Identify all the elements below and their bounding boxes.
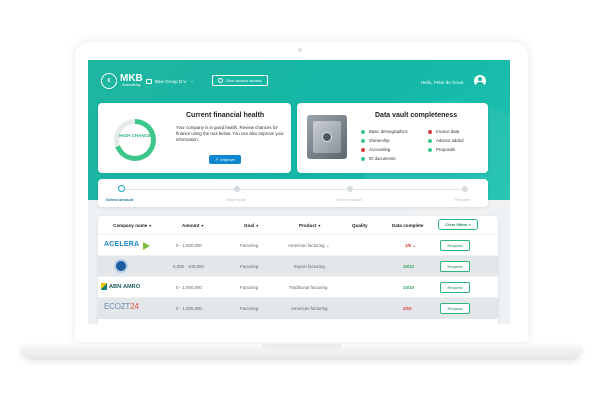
table-row[interactable]: 5,000 - 100,000 Factoring Export factori…: [98, 255, 498, 277]
company-logo-seal: [114, 259, 128, 273]
request-button[interactable]: Request: [440, 303, 470, 314]
table-row[interactable]: ACELERA 0 - 1,000,000 Factoring American…: [98, 234, 498, 256]
play-icon: [143, 242, 150, 250]
table-row[interactable]: ABN·AMRO 0 - 1,000,000 Factoring Traditi…: [98, 276, 498, 298]
gauge-label: HIGH CHANCE: [119, 133, 151, 138]
health-gauge: HIGH CHANCE: [114, 119, 156, 161]
vault-list-right: Invoice data Advisor added Proposals: [428, 127, 463, 154]
progress-stepper: Select amount Select goal Select product…: [98, 179, 488, 207]
brand-tagline: financiering: [122, 83, 141, 88]
vault-item: Ownership: [361, 136, 408, 145]
app-screen: € MKB financiering Blue Group B.V. ⌄ Giv…: [88, 60, 510, 324]
cell-amount: 0 - 1,000,000: [176, 243, 202, 248]
health-title: Current financial health: [186, 112, 265, 119]
user-greeting: Hello, Peter de Groot: [421, 80, 464, 85]
vault-item: Invoice data: [428, 127, 463, 136]
caret-down-icon: ▾: [256, 223, 259, 228]
improve-button-label: Improve: [220, 157, 235, 162]
header-amount[interactable]: Amount ▾: [182, 223, 203, 228]
step-label-amount[interactable]: Select amount: [106, 197, 133, 202]
cell-product: American factoring: [291, 306, 328, 311]
top-bar: € MKB financiering Blue Group B.V. ⌄ Giv…: [88, 60, 510, 100]
health-description: Your company is in good health. Review c…: [176, 125, 284, 142]
cell-product: Export factoring: [294, 264, 325, 269]
header-product[interactable]: Product ▾: [299, 223, 320, 228]
vault-item: Proposals: [428, 145, 463, 154]
vault-list-left: Basic demographics Ownership Accounting …: [361, 127, 408, 163]
company-label: Blue Group B.V.: [155, 78, 188, 84]
laptop-camera: [298, 48, 302, 52]
step-dot-goal[interactable]: [234, 186, 240, 192]
vault-item: Advisor added: [428, 136, 463, 145]
caret-down-icon: ▾: [318, 223, 321, 228]
laptop-notch: [262, 344, 342, 349]
user-icon: [218, 78, 223, 83]
vault-item: Basic demographics: [361, 127, 408, 136]
cell-amount: 0 - 1,000,000: [176, 306, 202, 311]
status-dot: [428, 147, 432, 152]
request-button[interactable]: Request: [440, 261, 470, 272]
cell-product: Traditional factoring: [289, 285, 328, 290]
table-header: Company name ▾ Amount ▾ Goal ▾ Product ▾ Qua…: [98, 216, 498, 234]
company-logo-acelera: ACELERA: [104, 241, 140, 248]
status-dot: [361, 156, 365, 161]
caret-down-icon: ▾: [149, 223, 152, 228]
safe-icon: [307, 115, 347, 159]
vault-title: Data vault completeness: [375, 112, 458, 119]
cell-amount: 5,000 - 100,000: [173, 264, 204, 269]
avatar[interactable]: [474, 75, 486, 87]
cell-goal: Factoring: [240, 243, 259, 248]
advisor-button-label: Give advisor access: [226, 78, 262, 83]
cell-goal: Factoring: [240, 264, 259, 269]
status-dot: [428, 129, 432, 134]
step-label-product[interactable]: Select product: [336, 197, 362, 202]
step-dot-amount[interactable]: [118, 185, 125, 192]
request-button[interactable]: Request: [440, 282, 470, 293]
financial-health-card: HIGH CHANCE Current financial health You…: [98, 103, 291, 173]
cell-amount: 0 - 1,000,000: [176, 285, 202, 290]
step-dot-request[interactable]: [462, 186, 468, 192]
data-vault-card: Data vault completeness Basic demographi…: [297, 103, 488, 173]
improve-button[interactable]: ↗ Improve: [209, 155, 241, 164]
vault-item: ID documents: [361, 154, 408, 163]
cell-product: American factoring ⌄: [288, 243, 330, 248]
building-icon: [146, 78, 152, 84]
lenders-table: Company name ▾ Amount ▾ Goal ▾ Product ▾ Qua…: [98, 216, 498, 324]
table-row[interactable]: ECOZT24 0 - 1,000,000 Factoring American…: [98, 297, 498, 319]
caret-down-icon: ▾: [201, 223, 204, 228]
step-dot-product[interactable]: [347, 186, 353, 192]
shield-icon: [101, 283, 107, 290]
cell-data-complete: 10/10: [403, 285, 414, 290]
header-goal[interactable]: Goal ▾: [244, 223, 258, 228]
stepper-track: [120, 189, 464, 190]
request-button[interactable]: Request: [440, 240, 470, 251]
header-company[interactable]: Company name ▾: [113, 223, 151, 228]
status-dot: [428, 138, 432, 143]
cell-data-complete: 3/6 ⌄: [405, 243, 417, 248]
chevron-down-icon: ⌄: [190, 78, 194, 83]
cell-data-complete: 2/10: [403, 306, 412, 311]
company-logo-abn-amro: ABN·AMRO: [101, 283, 140, 290]
status-dot: [361, 147, 365, 152]
give-advisor-access-button[interactable]: Give advisor access: [212, 75, 268, 86]
status-dot: [361, 138, 365, 143]
header-data-complete[interactable]: Data complete: [392, 223, 423, 228]
vault-item: Accounting: [361, 145, 408, 154]
clear-filters-button[interactable]: Clear filters ×: [438, 219, 478, 230]
cell-data-complete: 10/10: [403, 264, 414, 269]
cell-goal: Factoring: [240, 285, 259, 290]
brand-logo[interactable]: € MKB financiering: [101, 73, 143, 89]
company-logo-ecozt24: ECOZT24: [104, 302, 139, 311]
step-label-goal[interactable]: Select goal: [226, 197, 246, 202]
euro-icon: €: [101, 73, 117, 89]
arrow-up-right-icon: ↗: [215, 157, 219, 162]
company-selector[interactable]: Blue Group B.V. ⌄: [146, 78, 194, 84]
cell-goal: Factoring: [240, 306, 259, 311]
header-quality[interactable]: Quality: [352, 223, 368, 228]
step-label-request[interactable]: Request: [455, 197, 470, 202]
status-dot: [361, 129, 365, 134]
